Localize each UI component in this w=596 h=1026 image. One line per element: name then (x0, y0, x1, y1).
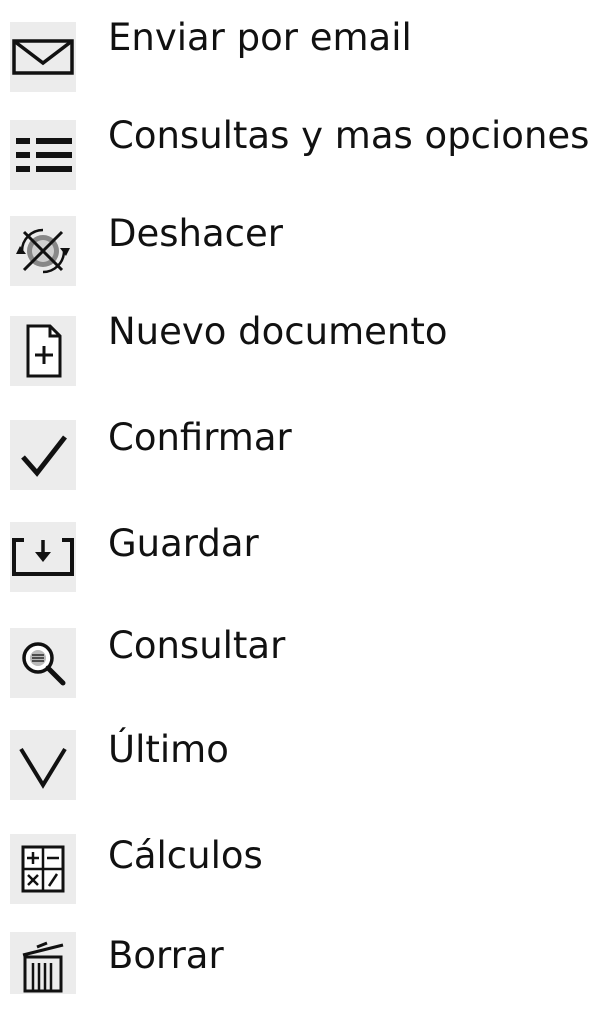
magnifier-icon (10, 628, 76, 698)
envelope-icon (10, 22, 76, 92)
legend-label: Consultar (108, 624, 286, 667)
legend-item-email: Enviar por email (0, 8, 596, 108)
legend-label: Cálculos (108, 834, 263, 877)
legend-item-confirm: Confirmar (0, 408, 596, 508)
legend-item-delete: Borrar (0, 926, 596, 1026)
legend-item-calculations: Cálculos (0, 826, 596, 926)
legend-label: Borrar (108, 934, 224, 977)
save-icon (10, 522, 76, 592)
chevron-down-icon (10, 730, 76, 800)
legend-item-query: Consultar (0, 616, 596, 716)
legend-label: Enviar por email (108, 16, 412, 59)
legend-item-undo: Deshacer (0, 204, 596, 304)
legend-label: Consultas y mas opciones (108, 114, 590, 157)
legend-label: Último (108, 728, 229, 771)
legend-label: Nuevo documento (108, 310, 448, 353)
calculator-icon (10, 834, 76, 904)
new-document-icon (10, 316, 76, 386)
legend-label: Confirmar (108, 416, 292, 459)
icon-legend: Enviar por email Consultas y mas opcione… (0, 0, 596, 994)
legend-item-last: Último (0, 720, 596, 820)
legend-item-save: Guardar (0, 514, 596, 614)
legend-item-more-options: Consultas y mas opciones (0, 106, 596, 206)
checkmark-icon (10, 420, 76, 490)
trash-icon (10, 932, 76, 994)
legend-label: Deshacer (108, 212, 283, 255)
legend-label: Guardar (108, 522, 259, 565)
undo-icon (10, 216, 76, 286)
legend-item-new-document: Nuevo documento (0, 302, 596, 402)
list-icon (10, 120, 76, 190)
